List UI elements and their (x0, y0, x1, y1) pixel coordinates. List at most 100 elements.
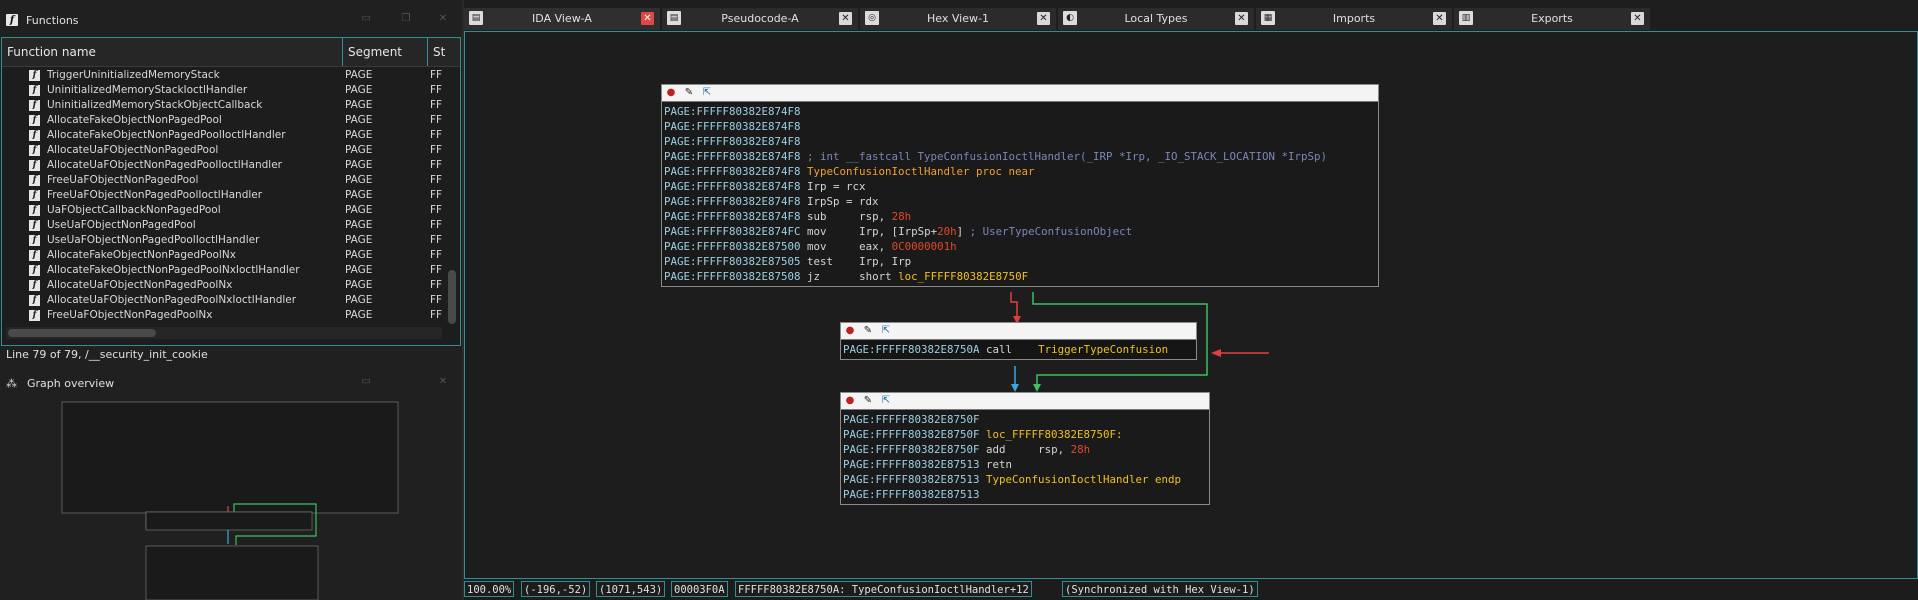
disasm-line[interactable]: PAGE:FFFFF80382E87505 test Irp, Irp (664, 254, 1376, 269)
restore-icon[interactable]: ❐ (400, 13, 412, 25)
function-row[interactable]: f UaFObjectCallbackNonPagedPool PAGE FF (2, 203, 442, 218)
function-row[interactable]: f AllocateFakeObjectNonPagedPoolIoctlHand… (2, 128, 442, 143)
tab-close-icon[interactable]: ✕ (1631, 12, 1644, 25)
disasm-line[interactable]: PAGE:FFFFF80382E8750F add rsp, 28h (843, 442, 1207, 457)
disasm-label[interactable]: TypeConfusionIoctlHandler endp (986, 473, 1181, 486)
function-segment: PAGE (345, 159, 373, 171)
function-row[interactable]: f AllocateUaFObjectNonPagedPool PAGE FF (2, 143, 442, 158)
close-icon[interactable]: ✕ (437, 13, 449, 25)
node-1-body: PAGE:FFFFF80382E874F8 PAGE:FFFFF80382E87… (662, 102, 1378, 286)
function-row[interactable]: f UninitializedMemoryStackObjectCallback P… (2, 98, 442, 113)
graph-overview-canvas[interactable] (0, 386, 460, 600)
function-start: FF (430, 279, 443, 291)
float-icon[interactable]: ▭ (360, 13, 372, 25)
disasm-line[interactable]: PAGE:FFFFF80382E874F8 (664, 104, 1376, 119)
graph-node-1[interactable]: ● ✎ ⇱ PAGE:FFFFF80382E874F8 PAGE:FFFFF80… (661, 84, 1379, 287)
rename-icon[interactable]: ✎ (861, 394, 875, 407)
function-row[interactable]: f AllocateFakeObjectNonPagedPool PAGE FF (2, 113, 442, 128)
node-color-icon[interactable]: ● (843, 394, 857, 407)
disasm-text: Irp = rcx (807, 180, 866, 193)
disasm-line[interactable]: PAGE:FFFFF80382E874F8 Irp = rcx (664, 179, 1376, 194)
function-row[interactable]: f UseUaFObjectNonPagedPoolIoctlHandler PAG… (2, 233, 442, 248)
function-start: FF (430, 174, 443, 186)
function-row[interactable]: f AllocateUaFObjectNonPagedPoolIoctlHandl… (2, 158, 442, 173)
function-row[interactable]: f FreeUaFObjectNonPagedPool PAGE FF (2, 173, 442, 188)
disasm-address: PAGE:FFFFF80382E874F8 (664, 150, 801, 163)
disasm-line[interactable]: PAGE:FFFFF80382E874F8 IrpSp = rdx (664, 194, 1376, 209)
disasm-line[interactable]: PAGE:FFFFF80382E874F8 (664, 119, 1376, 134)
function-row[interactable]: f UseUaFObjectNonPagedPool PAGE FF (2, 218, 442, 233)
disasm-line[interactable]: PAGE:FFFFF80382E87508 jz short loc_FFFFF… (664, 269, 1376, 284)
disasm-line[interactable]: PAGE:FFFFF80382E874F8 TypeConfusionIoctl… (664, 164, 1376, 179)
graph-node-3[interactable]: ● ✎ ⇱ PAGE:FFFFF80382E8750F PAGE:FFFFF80… (840, 392, 1210, 505)
collapse-icon[interactable]: ⇱ (879, 324, 893, 337)
tab-close-icon[interactable]: ✕ (1037, 12, 1050, 25)
tab-close-icon[interactable]: ✕ (1235, 12, 1248, 25)
disasm-label[interactable]: loc_FFFFF80382E8750F (898, 270, 1028, 283)
function-name: AllocateUaFObjectNonPagedPoolNxIoctlHand… (47, 294, 297, 306)
disasm-line[interactable]: PAGE:FFFFF80382E874FC mov Irp, [IrpSp+20… (664, 224, 1376, 239)
tab-pseudocode-a[interactable]: ▤ Pseudocode-A ✕ (662, 8, 858, 30)
disasm-line[interactable]: PAGE:FFFFF80382E87513 (843, 487, 1207, 502)
disasm-line[interactable]: PAGE:FFFFF80382E8750A call TriggerTypeCo… (843, 342, 1194, 357)
disasm-line[interactable]: PAGE:FFFFF80382E87500 mov eax, 0C0000001… (664, 239, 1376, 254)
node-3-body: PAGE:FFFFF80382E8750F PAGE:FFFFF80382E87… (841, 410, 1209, 504)
graph-node-2[interactable]: ● ✎ ⇱ PAGE:FFFFF80382E8750A call Trigger… (840, 322, 1197, 360)
column-function-name[interactable]: Function name (2, 38, 343, 66)
tab-ida-view-a[interactable]: ▤ IDA View-A ✕ (464, 8, 660, 30)
vertical-scroll-thumb[interactable] (448, 270, 456, 324)
status-sync: (Synchronized with Hex View-1) (1062, 581, 1258, 597)
ida-graph-view[interactable]: ● ✎ ⇱ PAGE:FFFFF80382E874F8 PAGE:FFFFF80… (464, 31, 1918, 579)
function-segment: PAGE (345, 279, 373, 291)
disasm-line[interactable]: PAGE:FFFFF80382E8750F (843, 412, 1207, 427)
function-segment: PAGE (345, 144, 373, 156)
overview-node-1 (61, 401, 399, 514)
collapse-icon[interactable]: ⇱ (700, 86, 714, 99)
tab-local-types[interactable]: ◐ Local Types ✕ (1058, 8, 1254, 30)
functions-list[interactable]: Function name Segment St f TriggerUniniti… (1, 37, 461, 346)
tab-hex-view-1[interactable]: ◎ Hex View-1 ✕ (860, 8, 1056, 30)
node-color-icon[interactable]: ● (664, 86, 678, 99)
horizontal-scroll-thumb[interactable] (8, 329, 156, 337)
horizontal-scrollbar[interactable] (6, 327, 442, 339)
disasm-line[interactable]: PAGE:FFFFF80382E8750F loc_FFFFF80382E875… (843, 427, 1207, 442)
disasm-address: PAGE:FFFFF80382E8750F (843, 428, 980, 441)
disasm-line[interactable]: PAGE:FFFFF80382E87513 retn (843, 457, 1207, 472)
function-row[interactable]: f FreeUaFObjectNonPagedPoolIoctlHandler PA… (2, 188, 442, 203)
function-row[interactable]: f AllocateUaFObjectNonPagedPoolNx PAGE FF (2, 278, 442, 293)
vertical-scrollbar[interactable] (446, 68, 458, 324)
function-start: FF (430, 99, 443, 111)
tab-imports[interactable]: ▦ Imports ✕ (1256, 8, 1452, 30)
function-start: FF (430, 204, 443, 216)
disasm-line[interactable]: PAGE:FFFFF80382E87513 TypeConfusionIoctl… (843, 472, 1207, 487)
collapse-icon[interactable]: ⇱ (879, 394, 893, 407)
function-segment: PAGE (345, 219, 373, 231)
column-segment[interactable]: Segment (343, 38, 428, 66)
disasm-label[interactable]: TriggerTypeConfusion (1038, 343, 1168, 356)
disasm-line[interactable]: PAGE:FFFFF80382E874F8 sub rsp, 28h (664, 209, 1376, 224)
disasm-line[interactable]: PAGE:FFFFF80382E874F8 ; int __fastcall T… (664, 149, 1376, 164)
disasm-label[interactable]: loc_FFFFF80382E8750F: (986, 428, 1123, 441)
status-location: FFFFF80382E8750A: TypeConfusionIoctlHand… (735, 581, 1032, 597)
node-1-header: ● ✎ ⇱ (662, 85, 1378, 102)
node-color-icon[interactable]: ● (843, 324, 857, 337)
disasm-mnemonic: sub (807, 210, 827, 223)
tab-exports[interactable]: ▥ Exports ✕ (1454, 8, 1650, 30)
tab-close-icon[interactable]: ✕ (641, 12, 654, 25)
disasm-address: PAGE:FFFFF80382E874FC (664, 225, 801, 238)
functions-panel-title-text: Functions (26, 13, 79, 27)
function-row[interactable]: f UninitializedMemoryStackIoctlHandler PAG… (2, 83, 442, 98)
function-row[interactable]: f AllocateFakeObjectNonPagedPoolNxIoctlHa… (2, 263, 442, 278)
tab-close-icon[interactable]: ✕ (839, 12, 852, 25)
function-row[interactable]: f TriggerUninitializedMemoryStack PAGE FF (2, 68, 442, 83)
function-row[interactable]: f FreeUaFObjectNonPagedPoolNx PAGE FF (2, 308, 442, 323)
disasm-line[interactable]: PAGE:FFFFF80382E874F8 (664, 134, 1376, 149)
function-row[interactable]: f AllocateUaFObjectNonPagedPoolNxIoctlHan… (2, 293, 442, 308)
rename-icon[interactable]: ✎ (861, 324, 875, 337)
function-row[interactable]: f AllocateFakeObjectNonPagedPoolNx PAGE FF (2, 248, 442, 263)
column-start[interactable]: St (428, 38, 458, 66)
function-name: UninitializedMemoryStackIoctlHandler (47, 84, 248, 96)
tab-close-icon[interactable]: ✕ (1433, 12, 1446, 25)
function-segment: PAGE (345, 309, 373, 321)
rename-icon[interactable]: ✎ (682, 86, 696, 99)
